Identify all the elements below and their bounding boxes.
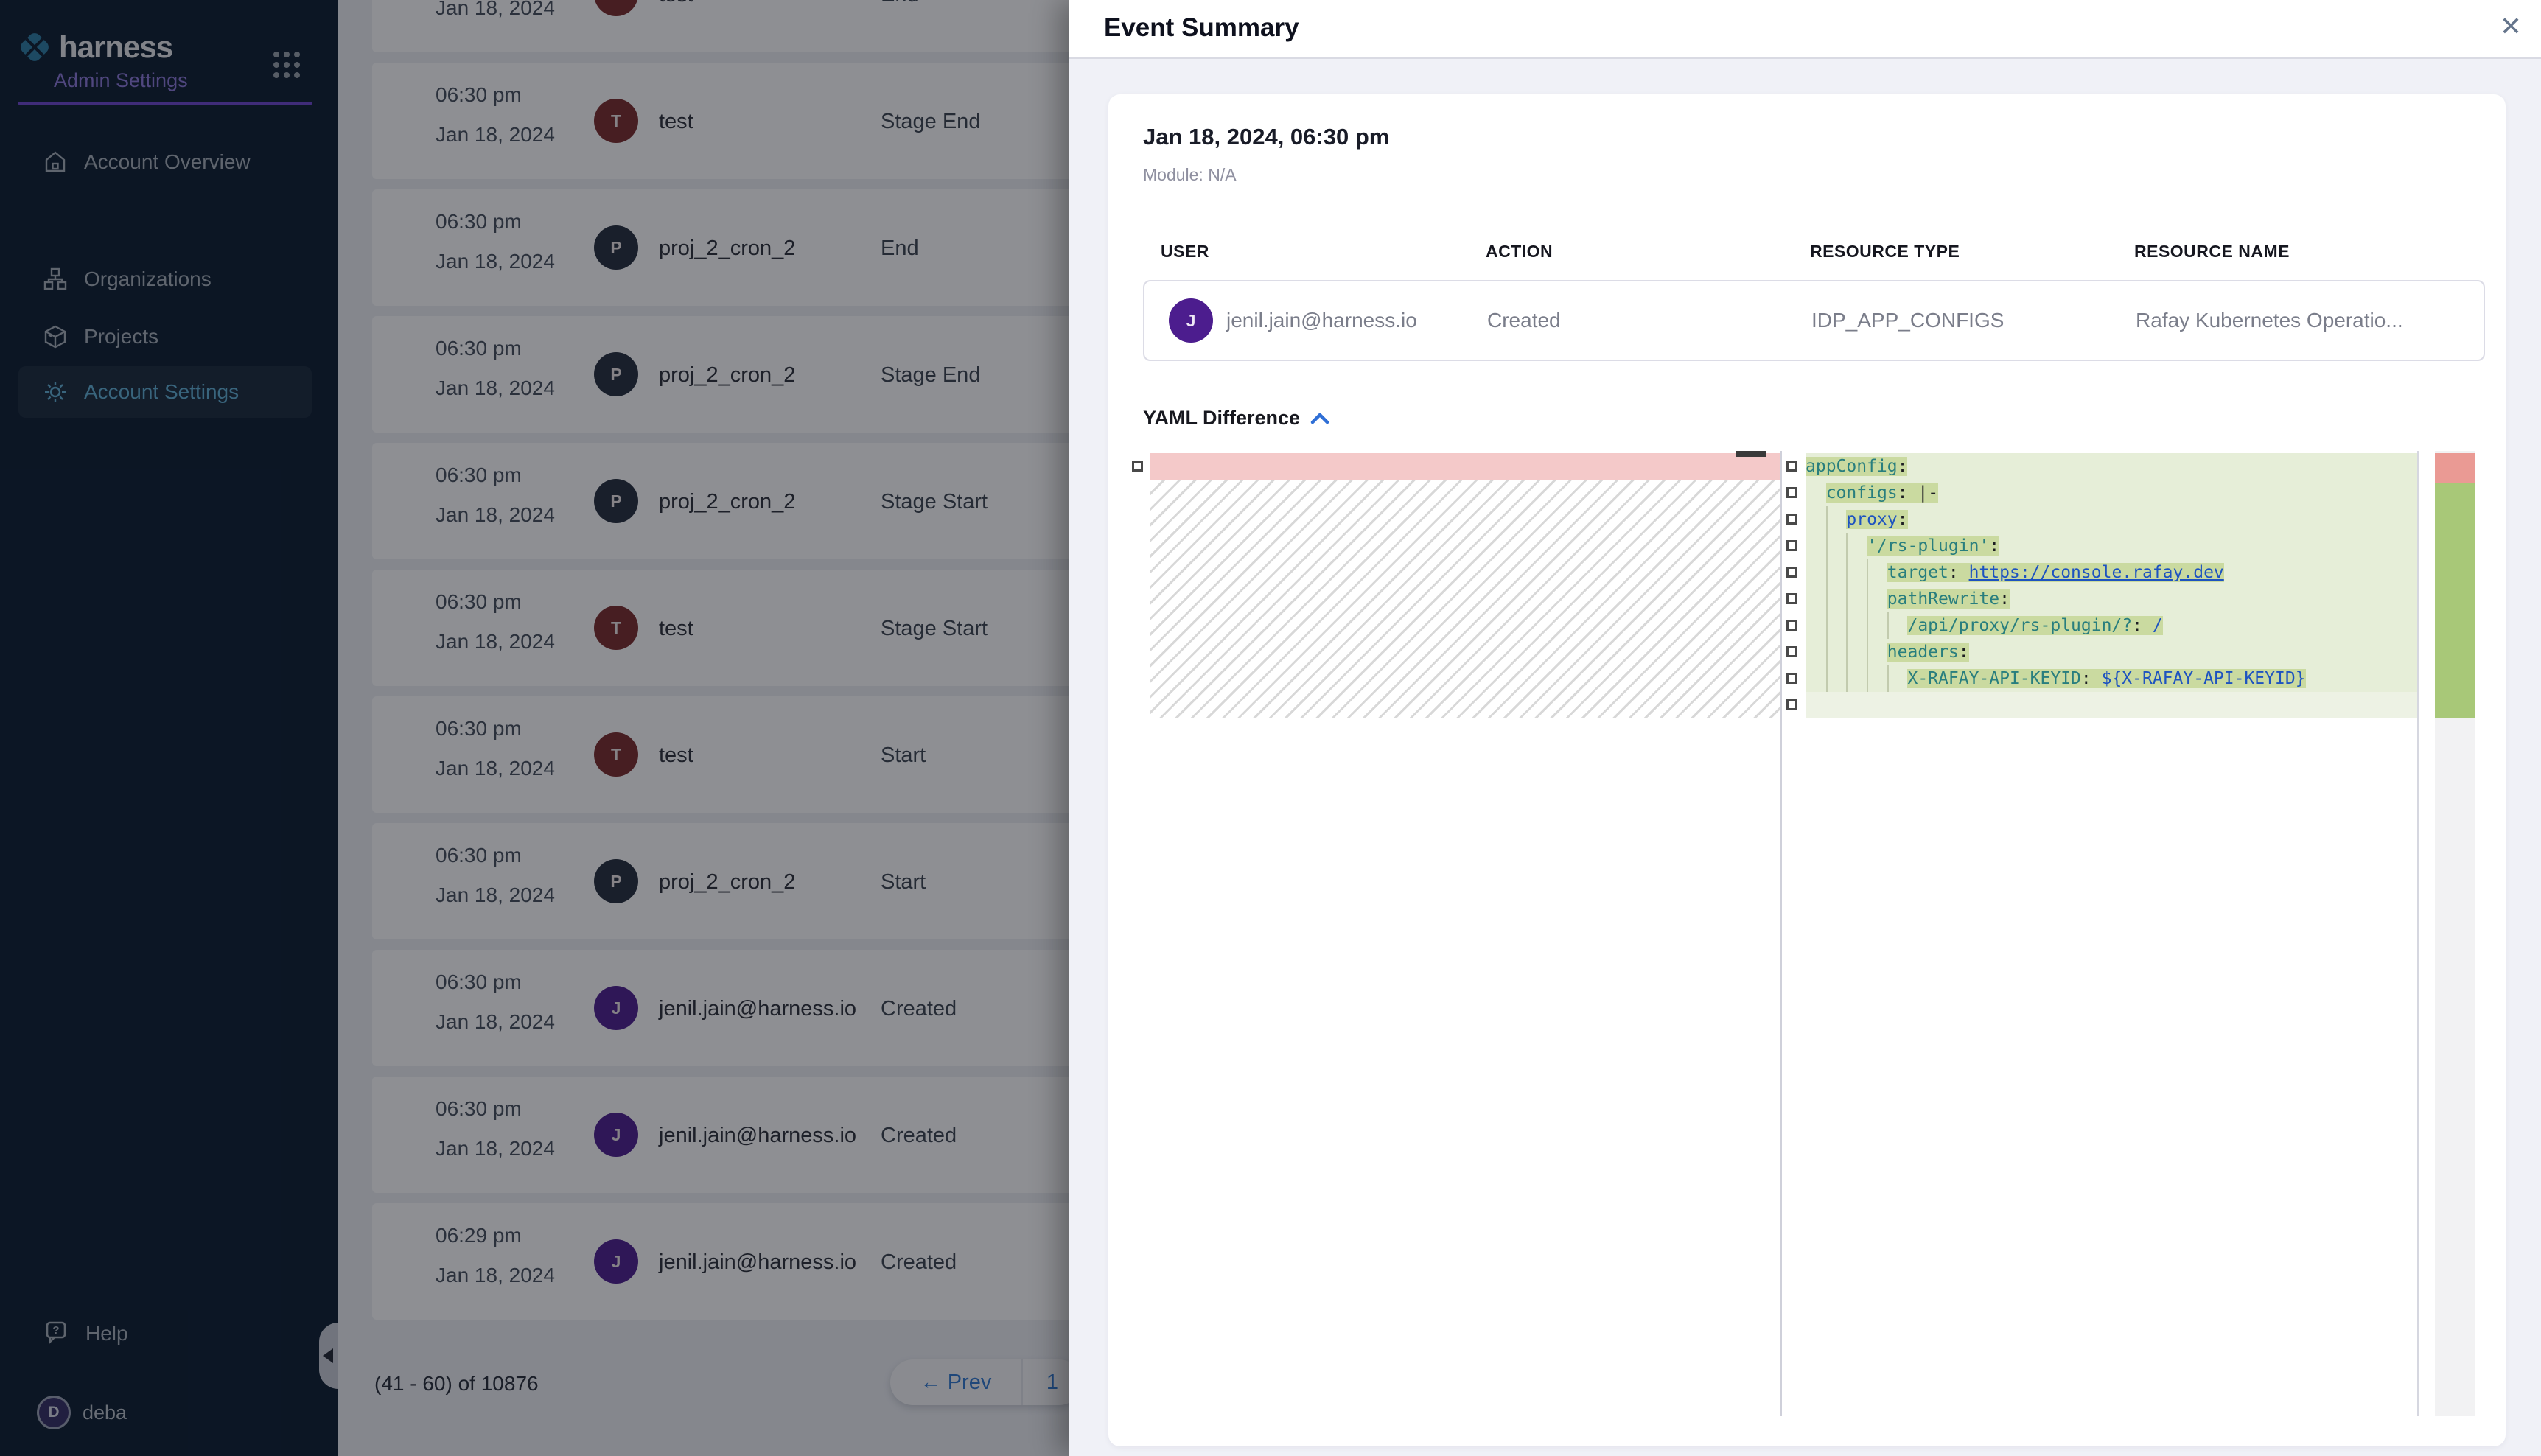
indent-guide bbox=[1867, 586, 1868, 612]
diff-pane-divider bbox=[1780, 451, 1782, 1416]
ruler-added-mark bbox=[2435, 483, 2475, 718]
diff-marker-square[interactable] bbox=[1786, 699, 1797, 710]
indent-guide bbox=[1826, 586, 1828, 612]
user-avatar: J bbox=[1169, 298, 1213, 343]
event-resource-name: Rafay Kubernetes Operatio... bbox=[2136, 309, 2403, 332]
code-line: X-RAFAY-API-KEYID: ${X-RAFAY-API-KEYID} bbox=[1806, 665, 2417, 692]
code-token: : bbox=[1959, 643, 1969, 662]
indent-guide bbox=[1826, 533, 1828, 559]
indent-guide bbox=[1826, 506, 1828, 533]
code-token: appConfig bbox=[1806, 457, 1898, 476]
indent-guide bbox=[1867, 665, 1868, 692]
code-token: / bbox=[2153, 616, 2163, 635]
col-header-action: ACTION bbox=[1486, 242, 1553, 262]
indent-guide bbox=[1846, 533, 1848, 559]
indent-guide bbox=[1846, 612, 1848, 639]
yaml-difference-label: YAML Difference bbox=[1143, 407, 1300, 430]
indent-guide bbox=[1867, 612, 1868, 639]
indent-guide bbox=[1846, 559, 1848, 586]
indent-guide bbox=[1846, 586, 1848, 612]
code-token: '/rs-plugin' bbox=[1867, 536, 1989, 556]
code-token: |- bbox=[1918, 483, 1938, 503]
event-timestamp: Jan 18, 2024, 06:30 pm bbox=[1143, 124, 1389, 150]
diff-empty-hatch bbox=[1150, 480, 1780, 718]
code-token: : bbox=[1989, 536, 1999, 556]
event-detail-card: Jan 18, 2024, 06:30 pm Module: N/A USER … bbox=[1108, 94, 2506, 1446]
code-line: configs: |- bbox=[1806, 480, 2417, 506]
indent-guide bbox=[1887, 665, 1889, 692]
diff-middle-gutter bbox=[1783, 451, 1804, 1416]
indent-guide bbox=[1867, 559, 1868, 586]
code-line: '/rs-plugin': bbox=[1806, 533, 2417, 559]
diff-removed-line bbox=[1150, 453, 1780, 480]
diff-marker-square[interactable] bbox=[1786, 461, 1797, 472]
screen: 06:29 pmJan 18, 2024Jjenil.jain@harness.… bbox=[0, 0, 2541, 1456]
col-header-resource-type: RESOURCE TYPE bbox=[1810, 242, 1960, 262]
code-token: : bbox=[1948, 563, 1969, 582]
indent-guide bbox=[1826, 665, 1828, 692]
diff-added-pane: appConfig: configs: |- proxy: '/rs-plugi… bbox=[1806, 451, 2417, 1416]
code-token: : bbox=[1898, 457, 1908, 476]
indent-guide bbox=[1846, 639, 1848, 665]
event-row: J jenil.jain@harness.io Created IDP_APP_… bbox=[1143, 280, 2485, 361]
code-token: ${X-RAFAY-API-KEYID} bbox=[2102, 669, 2306, 688]
yaml-diff-editor: appConfig: configs: |- proxy: '/rs-plugi… bbox=[1129, 451, 2478, 1416]
code-line: /api/proxy/rs-plugin/?: / bbox=[1806, 612, 2417, 639]
code-token: proxy bbox=[1846, 510, 1897, 529]
code-link[interactable]: https://console.rafay.dev bbox=[1969, 563, 2224, 582]
diff-marker-square[interactable] bbox=[1132, 461, 1143, 472]
code-token: : bbox=[1898, 483, 1918, 503]
event-resource-type: IDP_APP_CONFIGS bbox=[1811, 309, 2004, 332]
code-token: : bbox=[1999, 589, 2010, 609]
code-line: proxy: bbox=[1806, 506, 2417, 533]
diff-marker-square[interactable] bbox=[1786, 673, 1797, 684]
code-line: appConfig: bbox=[1806, 453, 2417, 480]
diff-marker-square[interactable] bbox=[1786, 593, 1797, 604]
event-summary-drawer: Event Summary ✕ Jan 18, 2024, 06:30 pm M… bbox=[1069, 0, 2541, 1456]
chevron-up-icon bbox=[1310, 412, 1329, 425]
close-icon[interactable]: ✕ bbox=[2500, 13, 2522, 40]
diff-marker-square[interactable] bbox=[1786, 567, 1797, 578]
code-line bbox=[1806, 692, 2417, 718]
diff-right-edge bbox=[2417, 451, 2419, 1416]
diff-marker-square[interactable] bbox=[1786, 620, 1797, 631]
diff-scrollbar-thumb[interactable] bbox=[1736, 451, 1766, 457]
col-header-resource-name: RESOURCE NAME bbox=[2134, 242, 2290, 262]
code-token: : bbox=[2081, 669, 2102, 688]
drawer-header: Event Summary ✕ bbox=[1069, 0, 2541, 59]
modal-overlay[interactable] bbox=[0, 0, 1069, 1456]
indent-guide bbox=[1826, 639, 1828, 665]
code-token: /api/proxy/rs-plugin/? bbox=[1907, 616, 2132, 635]
code-token: headers bbox=[1887, 643, 1959, 662]
code-line: pathRewrite: bbox=[1806, 586, 2417, 612]
indent-guide bbox=[1887, 612, 1889, 639]
col-header-user: USER bbox=[1161, 242, 1209, 262]
ruler-removed-mark bbox=[2435, 453, 2475, 483]
indent-guide bbox=[1826, 559, 1828, 586]
diff-marker-square[interactable] bbox=[1786, 540, 1797, 551]
diff-marker-square[interactable] bbox=[1786, 646, 1797, 657]
indent-guide bbox=[1826, 612, 1828, 639]
code-token: X-RAFAY-API-KEYID bbox=[1907, 669, 2080, 688]
event-user: jenil.jain@harness.io bbox=[1226, 309, 1417, 332]
indent-guide bbox=[1867, 639, 1868, 665]
diff-left-gutter bbox=[1129, 451, 1150, 1416]
event-module: Module: N/A bbox=[1143, 165, 1237, 185]
diff-removed-pane bbox=[1150, 451, 1780, 1416]
code-token: pathRewrite bbox=[1887, 589, 1999, 609]
code-token: : bbox=[1898, 510, 1908, 529]
code-line: target: https://console.rafay.dev bbox=[1806, 559, 2417, 586]
indent-guide bbox=[1846, 665, 1848, 692]
code-token: : bbox=[2132, 616, 2153, 635]
code-token: configs bbox=[1826, 483, 1898, 503]
diff-marker-square[interactable] bbox=[1786, 487, 1797, 498]
diff-overview-ruler[interactable] bbox=[2435, 451, 2475, 1416]
code-token: target bbox=[1887, 563, 1948, 582]
diff-marker-square[interactable] bbox=[1786, 514, 1797, 525]
drawer-title: Event Summary bbox=[1104, 13, 1299, 43]
yaml-difference-toggle[interactable]: YAML Difference bbox=[1143, 407, 1329, 430]
code-line: headers: bbox=[1806, 639, 2417, 665]
event-action: Created bbox=[1487, 309, 1561, 332]
